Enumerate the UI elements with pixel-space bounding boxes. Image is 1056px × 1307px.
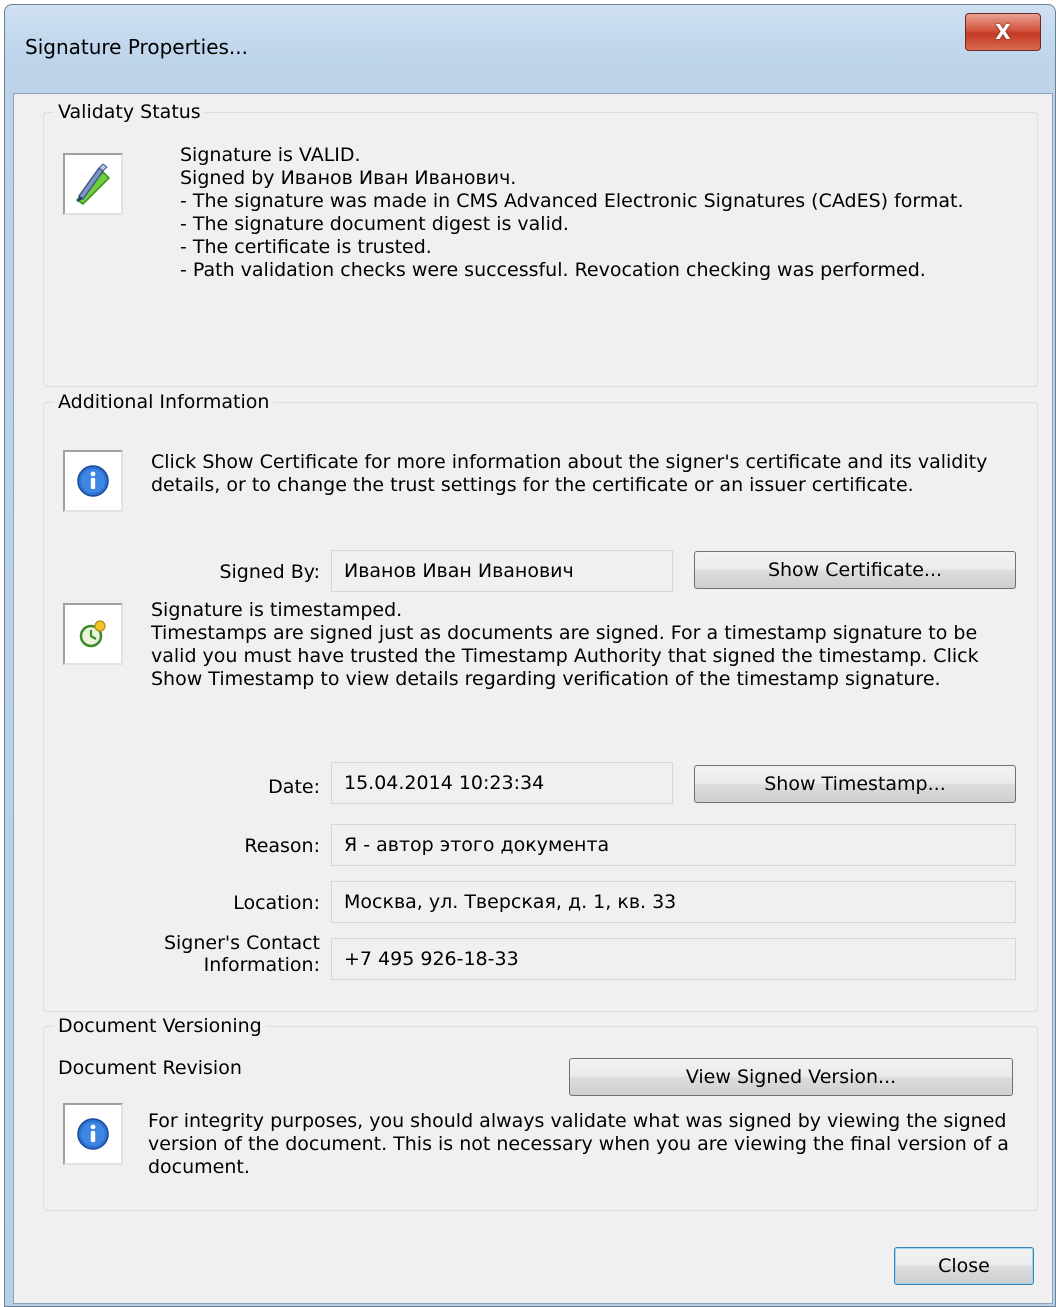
show-certificate-button[interactable]: Show Certificate... (694, 551, 1016, 589)
reason-field: Я - автор этого документа (331, 824, 1016, 866)
window-close-button[interactable]: X (965, 13, 1041, 51)
timestamp-title: Signature is timestamped. (151, 599, 403, 621)
close-button[interactable]: Close (894, 1247, 1034, 1285)
validity-line: - Path validation checks were successful… (180, 259, 926, 281)
validity-status-text: Signature is VALID. Signed by Иванов Ива… (180, 144, 964, 282)
document-revision-label: Document Revision (58, 1057, 242, 1079)
show-timestamp-button[interactable]: Show Timestamp... (694, 765, 1016, 803)
additional-information-group: Additional Information Click Show Certif… (43, 389, 1038, 1012)
contact-field: +7 495 926-18-33 (331, 938, 1016, 980)
validity-status-group: Validaty Status Signature is VALID. Sign… (43, 99, 1038, 387)
validity-line: Signed by Иванов Иван Иванович. (180, 167, 517, 189)
validity-status-legend: Validaty Status (54, 99, 205, 125)
document-versioning-group: Document Versioning Document Revision Vi… (43, 1013, 1038, 1211)
location-label: Location: (233, 892, 320, 914)
validity-line: - The signature document digest is valid… (180, 213, 569, 235)
signed-by-label: Signed By: (219, 561, 320, 583)
date-label: Date: (268, 776, 320, 798)
title-bar[interactable]: Signature Properties... X (5, 5, 1055, 93)
validity-line: Signature is VALID. (180, 144, 361, 166)
date-field: 15.04.2014 10:23:34 (331, 762, 673, 804)
info-icon (63, 1103, 123, 1165)
document-versioning-legend: Document Versioning (54, 1013, 266, 1039)
window-title: Signature Properties... (25, 35, 248, 59)
info-icon (63, 450, 123, 512)
contact-label-line: Information: (203, 954, 320, 976)
validity-line: - The certificate is trusted. (180, 236, 432, 258)
validity-line: - The signature was made in CMS Advanced… (180, 190, 964, 212)
timestamp-clock-icon (63, 603, 123, 665)
location-field: Москва, ул. Тверская, д. 1, кв. 33 (331, 881, 1016, 923)
certificate-info-text: Click Show Certificate for more informat… (151, 451, 988, 496)
versioning-info-text: For integrity purposes, you should alway… (148, 1110, 1009, 1178)
timestamp-info-text: Timestamps are signed just as documents … (151, 622, 979, 690)
reason-label: Reason: (244, 835, 320, 857)
contact-label: Signer's Contact Information: (144, 932, 320, 976)
contact-label-line: Signer's Contact (163, 932, 320, 954)
signature-pen-icon (63, 153, 123, 215)
signature-properties-window: Signature Properties... X Validaty Statu… (4, 4, 1056, 1307)
dialog-client-area: Validaty Status Signature is VALID. Sign… (13, 93, 1053, 1304)
view-signed-version-button[interactable]: View Signed Version... (569, 1058, 1013, 1096)
signed-by-field: Иванов Иван Иванович (331, 550, 673, 592)
additional-information-legend: Additional Information (54, 389, 274, 415)
